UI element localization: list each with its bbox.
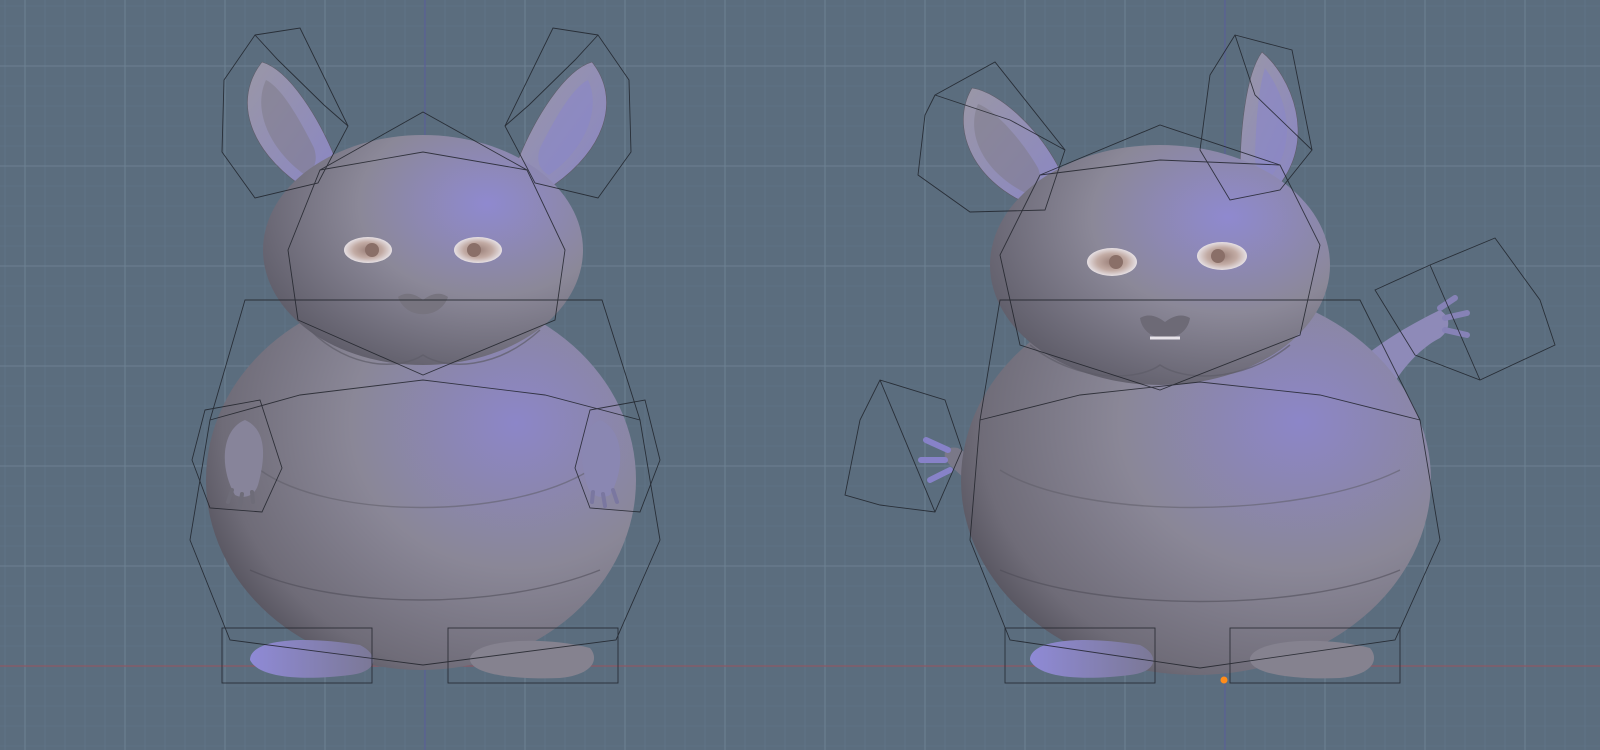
head[interactable] xyxy=(990,145,1330,385)
foot-right[interactable] xyxy=(469,640,595,679)
object-origin-marker[interactable] xyxy=(1220,676,1228,684)
viewport-scene[interactable] xyxy=(0,0,1600,750)
foot-left[interactable] xyxy=(250,640,374,678)
3d-viewport[interactable] xyxy=(0,0,1600,750)
foot-right[interactable] xyxy=(1249,640,1375,679)
